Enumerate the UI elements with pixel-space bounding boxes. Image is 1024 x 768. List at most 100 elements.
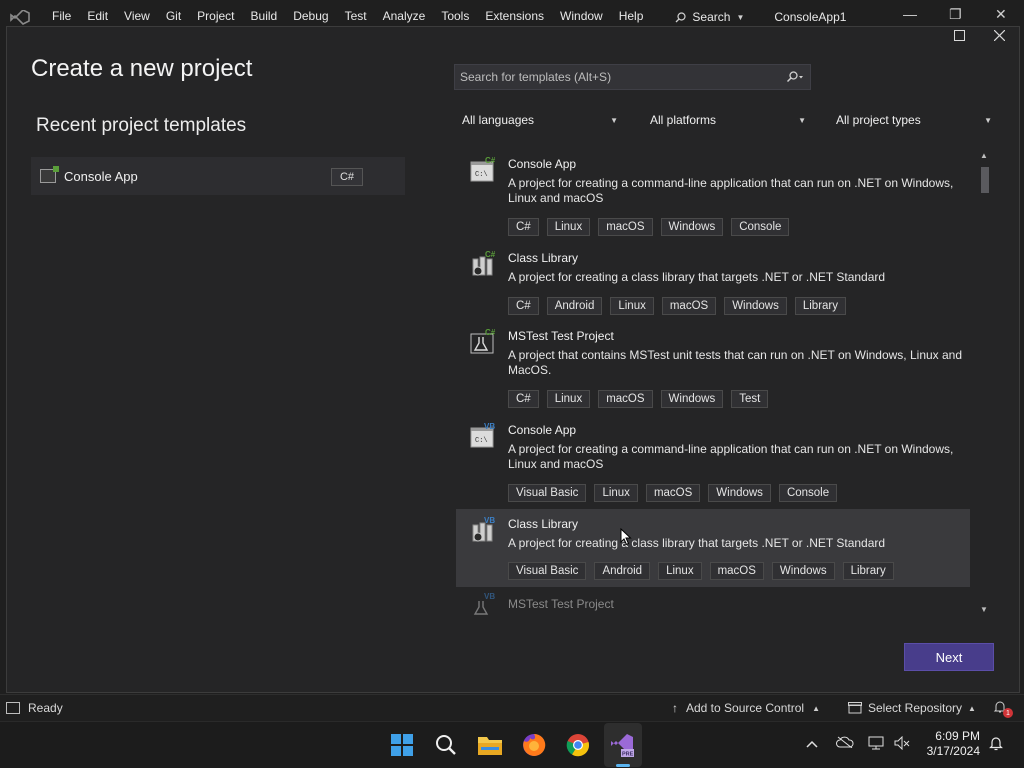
tag: Linux: [546, 390, 591, 408]
menu-window[interactable]: Window: [552, 8, 611, 26]
csharp-badge: C#: [485, 329, 496, 337]
tag: Windows: [771, 562, 835, 580]
scroll-down-icon[interactable]: ▼: [980, 605, 988, 614]
firefox-icon[interactable]: [521, 732, 547, 758]
chevron-up-icon: ▲: [968, 703, 976, 713]
menu-help[interactable]: Help: [611, 8, 652, 26]
template-name: Class Library: [508, 517, 579, 531]
template-name: Console App: [508, 423, 577, 437]
file-explorer-icon[interactable]: [477, 732, 503, 758]
project-type-filter-dropdown[interactable]: All project types ▼: [830, 108, 996, 132]
template-description: A project for creating a class library t…: [508, 270, 886, 284]
template-name: Class Library: [508, 251, 579, 265]
menu-edit[interactable]: Edit: [79, 8, 116, 26]
cloud-offline-icon[interactable]: [836, 736, 854, 751]
template-item-class-library-vb[interactable]: VB Class Library A project for creating …: [456, 509, 970, 587]
template-list-scrollbar[interactable]: ▲ ▼: [978, 149, 992, 617]
menu-view[interactable]: View: [116, 8, 158, 26]
template-tags: C# Android Linux macOS Windows Library: [508, 297, 846, 315]
show-hidden-icons-chevron-icon[interactable]: [806, 736, 818, 751]
svg-text:C:\: C:\: [475, 171, 488, 179]
template-item-class-library-csharp[interactable]: C# Class Library A project for creating …: [456, 243, 970, 315]
tag: Windows: [724, 297, 787, 315]
language-filter-dropdown[interactable]: All languages ▼: [456, 108, 622, 132]
console-app-icon: [40, 166, 59, 183]
project-type-filter-value: All project types: [836, 113, 921, 127]
status-text: Ready: [28, 701, 63, 715]
template-search-input[interactable]: [455, 70, 780, 84]
scroll-thumb[interactable]: [981, 167, 989, 193]
chrome-icon[interactable]: [565, 732, 591, 758]
template-search-box: [454, 64, 811, 90]
recent-template-console-app[interactable]: Console App C#: [31, 157, 405, 195]
menu-debug[interactable]: Debug: [285, 8, 336, 26]
tag: macOS: [661, 297, 717, 315]
search-menu[interactable]: Search ▼: [667, 10, 752, 26]
vb-badge: VB: [484, 517, 495, 525]
tag: Android: [594, 562, 651, 580]
notification-bell-icon[interactable]: [989, 735, 1003, 754]
add-to-source-control-button[interactable]: ↑ Add to Source Control ▲: [672, 701, 820, 715]
template-name: MSTest Test Project: [508, 329, 614, 343]
search-icon: [675, 11, 687, 22]
tag: Console: [778, 484, 838, 502]
output-icon: [6, 702, 20, 714]
scroll-up-icon[interactable]: ▲: [980, 151, 988, 160]
windows-start-icon[interactable]: [389, 732, 415, 758]
volume-muted-icon[interactable]: [894, 735, 910, 753]
template-item-mstest-csharp[interactable]: C# MSTest Test Project A project that co…: [456, 321, 970, 409]
search-icon[interactable]: [433, 732, 459, 758]
template-item-mstest-vb[interactable]: VB MSTest Test Project: [456, 589, 970, 617]
tag: macOS: [709, 562, 764, 580]
recent-template-label: Console App: [64, 168, 138, 184]
tag: C#: [508, 297, 539, 315]
template-item-console-app-csharp[interactable]: C:\ C# Console App A project for creatin…: [456, 149, 970, 236]
maximize-icon[interactable]: [948, 24, 970, 46]
search-options-button[interactable]: [780, 65, 810, 89]
template-description: A project for creating a command-line ap…: [508, 176, 954, 205]
chevron-down-icon: ▼: [798, 115, 806, 125]
tag: Windows: [660, 218, 724, 236]
tag: Linux: [546, 218, 591, 236]
platform-filter-dropdown[interactable]: All platforms ▼: [644, 108, 810, 132]
menu-git[interactable]: Git: [158, 8, 189, 26]
search-menu-label: Search: [692, 10, 731, 24]
visual-studio-preview-icon[interactable]: PRE: [609, 732, 635, 758]
csharp-badge: C#: [485, 251, 496, 259]
arrow-up-icon: ↑: [672, 701, 678, 715]
menu-extensions[interactable]: Extensions: [477, 8, 552, 26]
page-title: Create a new project: [31, 55, 253, 82]
menu-file[interactable]: File: [44, 8, 79, 26]
menu-test[interactable]: Test: [337, 8, 375, 26]
menu-tools[interactable]: Tools: [433, 8, 477, 26]
menu-bar: File Edit View Git Project Build Debug T…: [0, 0, 1024, 26]
chevron-down-icon: ▼: [736, 12, 745, 22]
system-clock[interactable]: 6:09 PM 3/17/2024: [918, 729, 980, 759]
menu-project[interactable]: Project: [189, 8, 242, 26]
tag: Android: [546, 297, 603, 315]
network-icon[interactable]: [868, 736, 884, 753]
select-repository-button[interactable]: Select Repository ▲: [848, 701, 976, 715]
template-item-console-app-vb[interactable]: C:\ VB Console App A project for creatin…: [456, 415, 970, 502]
menu-analyze[interactable]: Analyze: [375, 8, 434, 26]
tag: C#: [508, 218, 539, 236]
tag: Windows: [660, 390, 724, 408]
next-button[interactable]: Next: [904, 643, 994, 671]
restore-icon[interactable]: ❐: [949, 6, 962, 23]
tag: macOS: [645, 484, 701, 502]
svg-text:C:\: C:\: [475, 437, 488, 445]
close-icon[interactable]: ✕: [995, 6, 1007, 23]
app-title: ConsoleApp1: [774, 10, 847, 24]
minimize-icon[interactable]: —: [903, 6, 917, 22]
template-tags: Visual Basic Linux macOS Windows Console: [508, 484, 838, 502]
menu-build[interactable]: Build: [243, 8, 286, 26]
visual-studio-logo-icon[interactable]: [10, 4, 36, 26]
dialog-close-icon[interactable]: [988, 24, 1010, 46]
tag: C#: [508, 390, 539, 408]
template-tags: Visual Basic Android Linux macOS Windows…: [508, 562, 894, 580]
tag: Windows: [708, 484, 771, 502]
active-app-indicator: [616, 764, 630, 767]
class-library-icon: C#: [472, 251, 496, 276]
template-name: MSTest Test Project: [508, 597, 614, 611]
chevron-up-icon: ▲: [812, 703, 820, 713]
